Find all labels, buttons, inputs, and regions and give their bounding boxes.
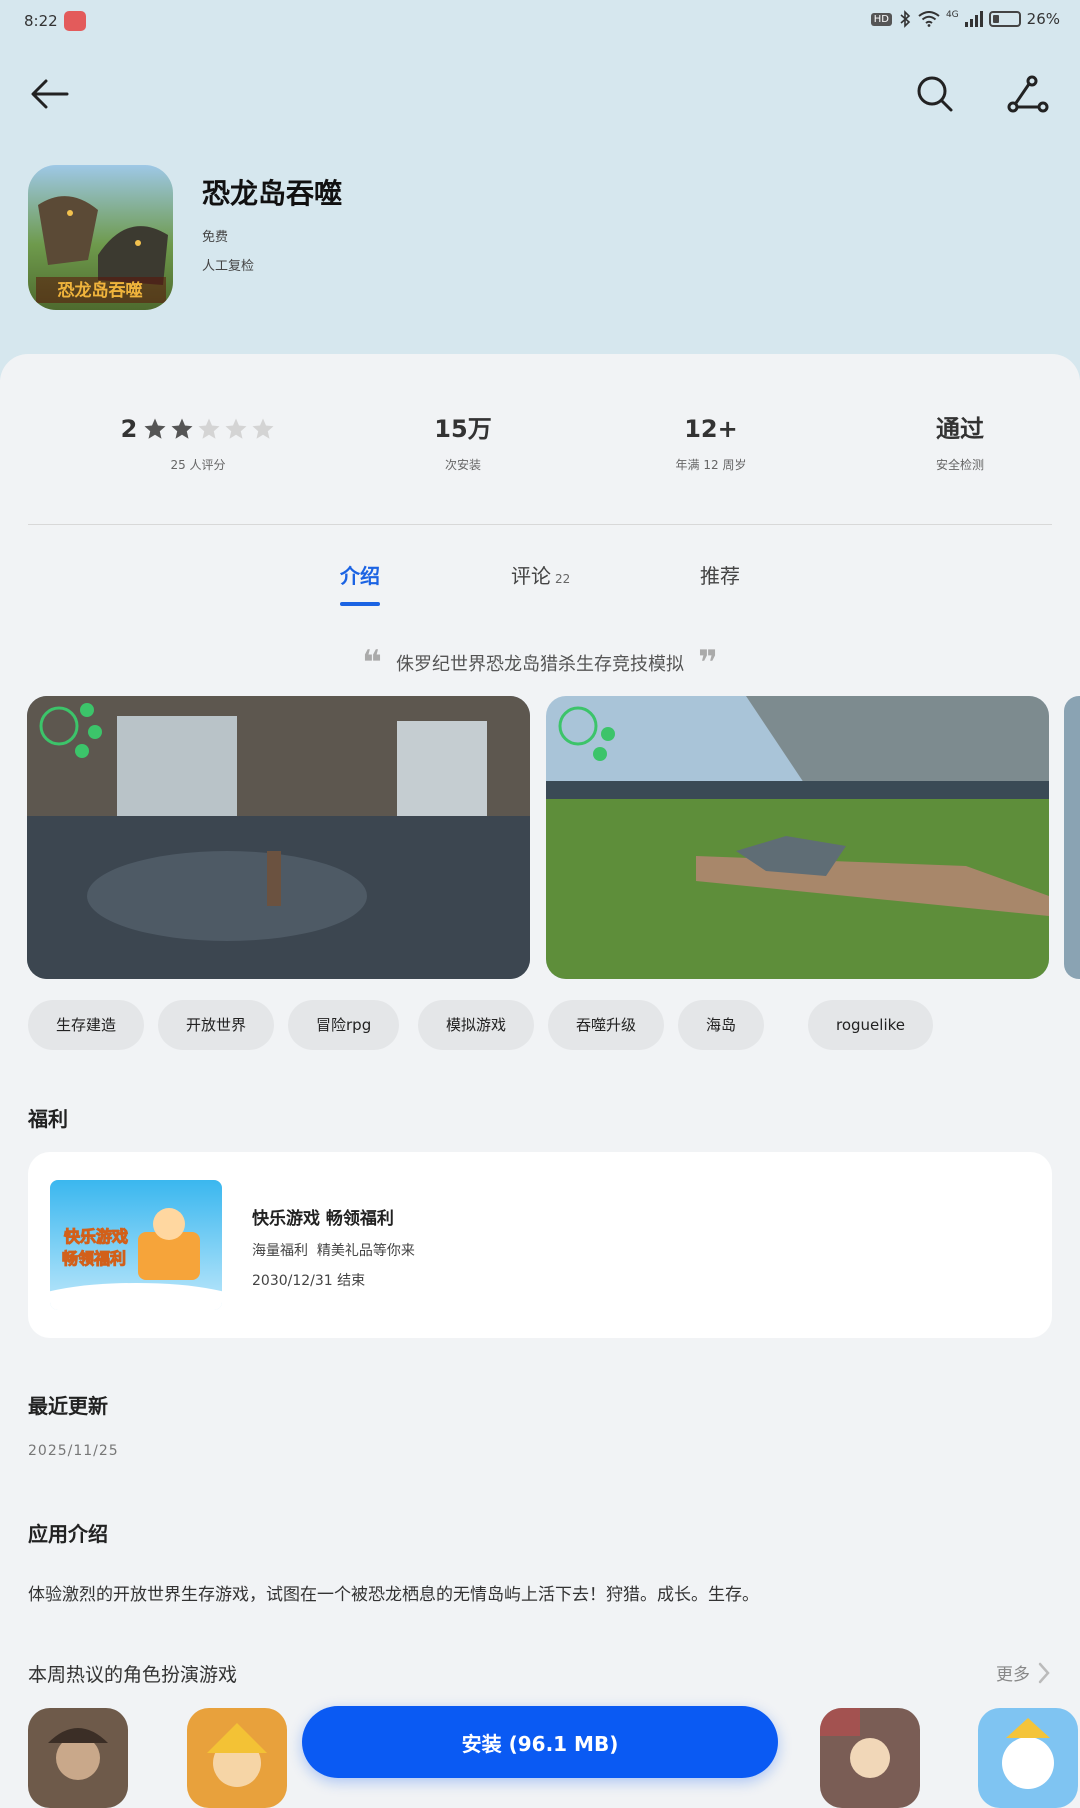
close-quote-icon: ❞ — [698, 643, 718, 683]
tab-bar: 介绍 评论 22 推荐 — [0, 560, 1080, 610]
game-thumbnail[interactable] — [187, 1708, 287, 1808]
hot-section-title: 本周热议的角色扮演游戏 — [28, 1664, 238, 1686]
share-button[interactable] — [998, 64, 1058, 124]
screenshot-2[interactable] — [546, 696, 1049, 979]
benefit-card[interactable]: 快乐游戏 畅领福利 快乐游戏 畅领福利 海量福利 精美礼品等你来 2030/12… — [28, 1152, 1052, 1338]
app-icon-caption: 恐龙岛吞噬 — [58, 280, 143, 301]
security-value: 通过 — [936, 415, 984, 443]
battery-icon — [988, 11, 1021, 27]
chevron-right-icon — [1038, 1662, 1050, 1683]
star-empty-icon — [252, 418, 274, 439]
tab-comments-label: 评论 — [511, 564, 551, 588]
age-value: 12+ — [684, 415, 738, 443]
star-empty-icon — [198, 418, 220, 439]
share-icon — [1007, 75, 1049, 113]
game-thumbnail[interactable] — [820, 1708, 920, 1808]
battery-percent: 26% — [1026, 10, 1060, 28]
slogan: ❝ 侏罗纪世界恐龙岛猎杀生存竞技模拟 ❞ — [0, 643, 1080, 683]
benefit-end-date: 2030/12/31 结束 — [252, 1273, 366, 1289]
status-time: 8:22 — [24, 12, 58, 30]
more-link[interactable]: 更多 — [996, 1660, 1050, 1685]
game-thumbnail[interactable] — [978, 1708, 1078, 1808]
network-type: 4G — [945, 10, 959, 20]
security-label: 安全检测 — [935, 458, 984, 472]
tag-list: 生存建造 开放世界 冒险rpg 模拟游戏 吞噬升级 海岛 roguelike — [28, 1000, 1068, 1052]
open-quote-icon: ❝ — [362, 643, 382, 683]
benefit-image: 快乐游戏 畅领福利 — [50, 1180, 222, 1310]
tag-item[interactable]: 模拟游戏 — [418, 1000, 535, 1050]
wifi-icon — [918, 11, 940, 27]
search-icon — [917, 76, 953, 112]
installs-label: 次安装 — [444, 458, 481, 472]
screenshot-1[interactable] — [27, 696, 530, 979]
tab-active-indicator — [340, 602, 380, 606]
star-filled-icon — [171, 418, 193, 439]
install-button[interactable]: 安装 (96.1 MB) — [302, 1706, 778, 1778]
star-filled-icon — [144, 418, 166, 439]
slogan-text: 侏罗纪世界恐龙岛猎杀生存竞技模拟 — [396, 654, 684, 675]
hd-icon: HD — [870, 12, 892, 26]
benefits-section-title: 福利 — [28, 1107, 68, 1131]
status-bar: 8:22 HD 4G 26% — [0, 0, 1080, 44]
update-date: 2025/11/25 — [28, 1443, 119, 1459]
more-label: 更多 — [996, 1665, 1030, 1685]
screenshot-carousel[interactable] — [0, 696, 1080, 979]
benefit-image-line1: 快乐游戏 — [64, 1227, 128, 1246]
app-price: 免费 — [202, 230, 229, 245]
benefit-description: 海量福利 精美礼品等你来 — [252, 1243, 415, 1259]
tab-recommend[interactable]: 推荐 — [700, 560, 740, 589]
notification-app-icon — [64, 11, 86, 31]
screenshot-3-partial[interactable] — [1064, 696, 1080, 979]
battery-fill — [992, 15, 999, 23]
tab-comments-count: 22 — [555, 572, 571, 586]
installs-value: 15万 — [434, 415, 492, 443]
rating-count: 25 人评分 — [170, 458, 226, 472]
tab-comments[interactable]: 评论 22 — [511, 560, 570, 589]
stats-row: 2 25 人评分 15万 次安装 12+ 年满 12 周岁 通过 安全检测 — [28, 412, 1052, 492]
tag-item[interactable]: 海岛 — [678, 1000, 765, 1050]
benefit-title: 快乐游戏 畅领福利 — [252, 1209, 394, 1229]
tab-intro[interactable]: 介绍 — [340, 560, 380, 589]
rating-value: 2 — [120, 415, 138, 443]
rating-stars — [143, 417, 275, 441]
benefit-image-line2: 畅领福利 — [62, 1249, 126, 1268]
tag-item[interactable]: 冒险rpg — [288, 1000, 400, 1050]
search-button[interactable] — [905, 64, 965, 124]
stats-divider — [28, 524, 1052, 525]
security-stat[interactable]: 通过 安全检测 — [850, 412, 1070, 473]
update-section-title: 最近更新 — [28, 1394, 108, 1418]
bluetooth-icon — [900, 10, 911, 28]
back-button[interactable] — [20, 64, 80, 124]
tag-item[interactable]: 开放世界 — [158, 1000, 275, 1050]
age-stat: 12+ 年满 12 周岁 — [601, 412, 821, 473]
status-icons: HD 4G 26% — [870, 10, 1060, 28]
intro-section-title: 应用介绍 — [28, 1522, 108, 1546]
tag-item[interactable]: 吞噬升级 — [548, 1000, 665, 1050]
intro-text: 体验激烈的开放世界生存游戏，试图在一个被恐龙栖息的无情岛屿上活下去！狩猎。成长。… — [28, 1585, 759, 1605]
signal-icon — [964, 11, 983, 27]
back-arrow-icon — [31, 79, 69, 109]
app-title: 恐龙岛吞噬 — [202, 177, 343, 210]
app-icon: 恐龙岛吞噬 — [28, 165, 173, 310]
star-empty-icon — [225, 418, 247, 439]
game-thumbnail[interactable] — [28, 1708, 128, 1808]
age-label: 年满 12 周岁 — [675, 458, 747, 472]
app-review-note: 人工复检 — [202, 259, 255, 274]
tag-item[interactable]: 生存建造 — [28, 1000, 145, 1050]
installs-stat: 15万 次安装 — [353, 412, 573, 473]
rating-stat[interactable]: 2 25 人评分 — [88, 412, 308, 473]
tag-item[interactable]: roguelike — [808, 1000, 933, 1050]
